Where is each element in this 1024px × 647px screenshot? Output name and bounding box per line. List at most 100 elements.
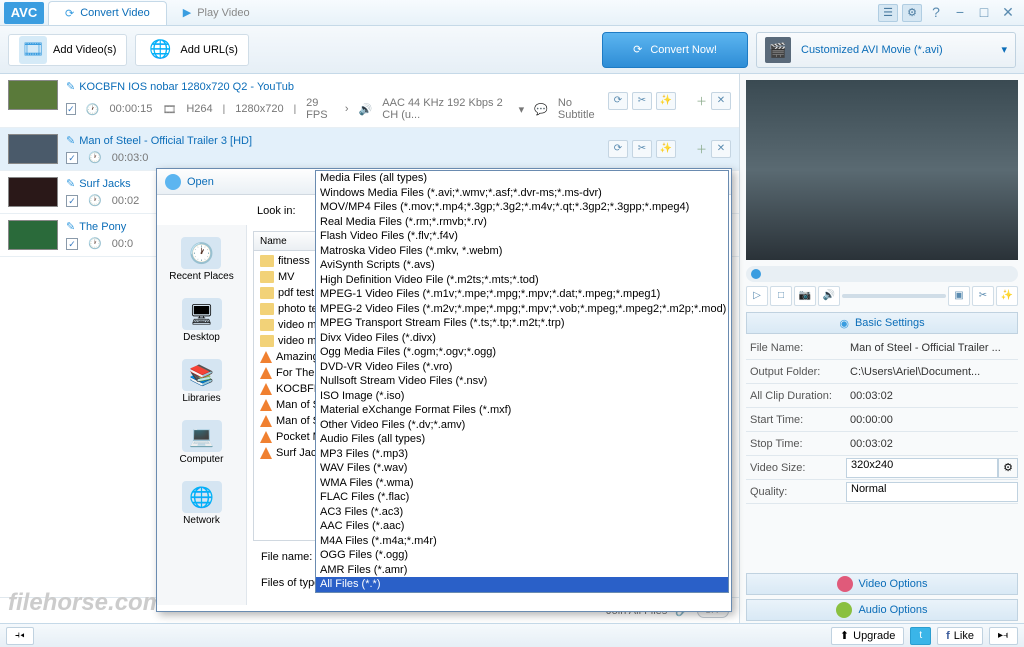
filter-option[interactable]: Other Video Files (*.dv;*.amv) — [316, 418, 728, 433]
output-value[interactable]: C:\Users\Ariel\Document... — [846, 366, 1018, 378]
filter-option[interactable]: Ogg Media Files (*.ogm;*.ogv;*.ogg) — [316, 345, 728, 360]
filter-option[interactable]: AAC Files (*.aac) — [316, 519, 728, 534]
effects-button[interactable]: ✨ — [996, 286, 1018, 306]
remove-icon[interactable]: ✕ — [711, 92, 731, 110]
edit-icon[interactable]: ✎ — [66, 80, 75, 93]
filter-option[interactable]: MPEG-1 Video Files (*.m1v;*.mpe;*.mpg;*.… — [316, 287, 728, 302]
list-icon[interactable]: ☰ — [878, 4, 898, 22]
refresh-icon[interactable]: ⟳ — [608, 140, 628, 158]
filter-option[interactable]: FLAC Files (*.flac) — [316, 490, 728, 505]
checkbox[interactable]: ✓ — [66, 195, 78, 207]
tab-convert-video[interactable]: ⟳ Convert Video — [48, 1, 167, 25]
filter-option[interactable]: AMR Files (*.amr) — [316, 563, 728, 578]
filter-option[interactable]: Nullsoft Stream Video Files (*.nsv) — [316, 374, 728, 389]
filter-option[interactable]: Real Media Files (*.rm;*.rmvb;*.rv) — [316, 215, 728, 230]
start-value[interactable]: 00:00:00 — [846, 414, 1018, 426]
maximize-button[interactable]: □ — [974, 4, 994, 22]
filter-option[interactable]: Matroska Video Files (*.mkv, *.webm) — [316, 244, 728, 259]
video-options-header[interactable]: Video Options — [746, 573, 1018, 595]
twitter-button[interactable]: t — [910, 627, 931, 645]
filter-option[interactable]: MPEG-2 Video Files (*.m2v;*.mpe;*.mpg;*.… — [316, 302, 728, 317]
panel-toggle-right[interactable]: ▸⫣ — [989, 627, 1018, 645]
magic-icon[interactable]: ✨ — [656, 140, 676, 158]
refresh-icon: ⟳ — [65, 7, 74, 20]
magic-icon[interactable]: ✨ — [656, 92, 676, 110]
filter-option[interactable]: OGG Files (*.ogg) — [316, 548, 728, 563]
filter-option[interactable]: MP3 Files (*.mp3) — [316, 447, 728, 462]
filename-value[interactable]: Man of Steel - Official Trailer ... — [846, 342, 1018, 354]
basic-settings-header[interactable]: ◉ Basic Settings — [746, 312, 1018, 334]
volume-slider[interactable] — [842, 294, 946, 298]
cut-button[interactable]: ✂ — [972, 286, 994, 306]
filter-option[interactable]: DVD-VR Video Files (*.vro) — [316, 360, 728, 375]
label: Like — [954, 630, 974, 642]
checkbox[interactable]: ✓ — [66, 238, 78, 250]
filter-option[interactable]: ISO Image (*.iso) — [316, 389, 728, 404]
filter-option[interactable]: AC3 Files (*.ac3) — [316, 505, 728, 520]
filter-option[interactable]: Divx Video Files (*.divx) — [316, 331, 728, 346]
play-icon: ▶ — [183, 6, 191, 19]
video-item[interactable]: ✎KOCBFN IOS nobar 1280x720 Q2 - YouTub ✓… — [0, 74, 739, 128]
checkbox[interactable]: ✓ — [66, 152, 78, 164]
close-button[interactable]: ✕ — [998, 4, 1018, 22]
f-icon: f — [946, 630, 950, 642]
profile-label: Customized AVI Movie (*.avi) — [801, 44, 991, 56]
filter-option[interactable]: WMA Files (*.wma) — [316, 476, 728, 491]
filter-option[interactable]: M4A Files (*.m4a;*.m4r) — [316, 534, 728, 549]
filter-option[interactable]: MPEG Transport Stream Files (*.ts;*.tp;*… — [316, 316, 728, 331]
slider-thumb[interactable] — [751, 269, 761, 279]
refresh-icon[interactable]: ⟳ — [608, 92, 628, 110]
filter-option[interactable]: Flash Video Files (*.flv;*.f4v) — [316, 229, 728, 244]
cut-icon[interactable]: ✂ — [632, 92, 652, 110]
place-recent-places[interactable]: 🕐Recent Places — [165, 233, 237, 286]
add-urls-button[interactable]: 🌐 Add URL(s) — [135, 34, 248, 66]
add-icon[interactable]: ＋ — [696, 93, 707, 109]
stop-value[interactable]: 00:03:02 — [846, 438, 1018, 450]
video-thumbnail — [8, 177, 58, 207]
tab-play-video[interactable]: ▶ Play Video — [167, 1, 266, 25]
place-network[interactable]: 🌐Network — [178, 477, 226, 530]
add-icon[interactable]: ＋ — [696, 141, 707, 157]
audio-options-header[interactable]: Audio Options — [746, 599, 1018, 621]
output-profile-selector[interactable]: 🎬 Customized AVI Movie (*.avi) ▾ — [756, 32, 1016, 68]
filter-option[interactable]: Material eXchange Format Files (*.mxf) — [316, 403, 728, 418]
place-computer[interactable]: 💻Computer — [176, 416, 228, 469]
place-libraries[interactable]: 📚Libraries — [178, 355, 226, 408]
quality-select[interactable]: Normal — [846, 482, 1018, 502]
filter-option[interactable]: MOV/MP4 Files (*.mov;*.mp4;*.3gp;*.3g2;*… — [316, 200, 728, 215]
video-item[interactable]: ✎Man of Steel - Official Trailer 3 [HD] … — [0, 128, 739, 171]
remove-icon[interactable]: ✕ — [711, 140, 731, 158]
file-type-dropdown[interactable]: Media Files (all types)Windows Media Fil… — [315, 170, 729, 593]
size-gear-icon[interactable]: ⚙ — [998, 458, 1018, 478]
upgrade-button[interactable]: ⬆Upgrade — [831, 627, 904, 645]
video-preview — [746, 80, 1018, 260]
add-videos-button[interactable]: 🎞 Add Video(s) — [8, 34, 127, 66]
seek-slider[interactable] — [746, 266, 1018, 282]
filter-option[interactable]: AviSynth Scripts (*.avs) — [316, 258, 728, 273]
checkbox[interactable]: ✓ — [66, 103, 76, 115]
filter-option[interactable]: Media Files (all types) — [316, 171, 728, 186]
gear-icon[interactable]: ⚙ — [902, 4, 922, 22]
filter-option[interactable]: WAV Files (*.wav) — [316, 461, 728, 476]
volume-button[interactable]: 🔊 — [818, 286, 840, 306]
snapshot-button[interactable]: 📷 — [794, 286, 816, 306]
play-button[interactable]: ▷ — [746, 286, 768, 306]
edit-icon[interactable]: ✎ — [66, 177, 75, 190]
filter-option[interactable]: All Files (*.*) — [316, 577, 728, 592]
panel-toggle-left[interactable]: ⫞◂ — [6, 627, 34, 645]
minimize-button[interactable]: − — [950, 4, 970, 22]
crop-button[interactable]: ▣ — [948, 286, 970, 306]
filter-option[interactable]: High Definition Video File (*.m2ts;*.mts… — [316, 273, 728, 288]
edit-icon[interactable]: ✎ — [66, 134, 75, 147]
stop-button[interactable]: □ — [770, 286, 792, 306]
size-select[interactable]: 320x240 — [846, 458, 998, 478]
convert-now-button[interactable]: ⟳ Convert Now! — [602, 32, 748, 68]
edit-icon[interactable]: ✎ — [66, 220, 75, 233]
help-button[interactable]: ? — [926, 4, 946, 22]
filter-option[interactable]: Audio Files (all types) — [316, 432, 728, 447]
facebook-like-button[interactable]: f Like — [937, 627, 983, 645]
cut-icon[interactable]: ✂ — [632, 140, 652, 158]
filter-option[interactable]: Windows Media Files (*.avi;*.wmv;*.asf;*… — [316, 186, 728, 201]
place-desktop[interactable]: 🖥Desktop — [178, 294, 226, 347]
video-thumbnail — [8, 80, 58, 110]
